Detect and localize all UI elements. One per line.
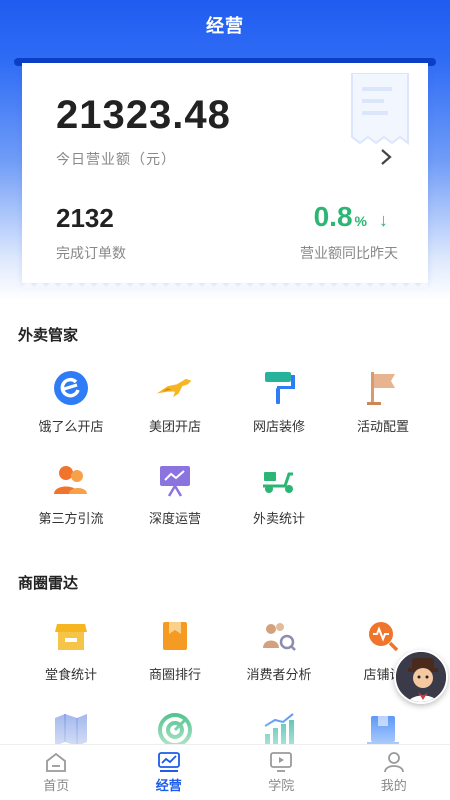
grid-item-meituan[interactable]: 美团开店: [125, 368, 225, 435]
scooter-icon: [259, 460, 299, 500]
scroll-fade: [0, 700, 450, 744]
grid-item-label: 商圈排行: [148, 667, 201, 682]
arrow-down-icon: ↓: [379, 210, 388, 230]
tab-label: 经营: [155, 778, 182, 793]
page-title: 经营: [206, 16, 244, 36]
grid-item-label: 第三方引流: [38, 511, 104, 526]
grid-item-third-party[interactable]: 第三方引流: [21, 460, 121, 527]
revenue-card[interactable]: 21323.48 今日营业额（元） 2132 完成订单数 0.8 % ↓ 营业额…: [22, 63, 428, 283]
grid-item-takeout-stats[interactable]: 外卖统计: [229, 460, 329, 527]
grid-item-label: 网店装修: [252, 419, 305, 434]
kangaroo-icon: [155, 368, 195, 408]
growth-label: 营业额同比昨天: [300, 245, 398, 261]
grid-item-label: 外卖统计: [252, 511, 305, 526]
grid-item-label: 深度运营: [148, 511, 201, 526]
chart-monitor-icon: [157, 752, 180, 772]
growth-value: 0.8: [313, 201, 353, 232]
tab-academy[interactable]: 学院: [225, 745, 338, 800]
grid-item-label: 美团开店: [148, 419, 201, 434]
tab-business[interactable]: 经营: [113, 745, 226, 800]
presentation-icon: [155, 460, 195, 500]
grid-item-activity[interactable]: 活动配置: [333, 368, 433, 435]
grid-item-label: 堂食统计: [44, 667, 97, 682]
grid-item-label: 饿了么开店: [38, 419, 104, 434]
tab-mine[interactable]: 我的: [338, 745, 450, 800]
bottom-tab-bar: 首页 经营 学院 我的: [0, 744, 450, 800]
growth-indicator: 0.8 % ↓: [314, 201, 388, 233]
paint-roller-icon: [259, 368, 299, 408]
receipt-icon: [351, 73, 409, 145]
grid-item-dine-in[interactable]: 堂食统计: [21, 616, 121, 683]
users-icon: [51, 460, 91, 500]
grid-item-store-decor[interactable]: 网店装修: [229, 368, 329, 435]
flag-icon: [363, 368, 403, 408]
grid-item-label: 活动配置: [356, 419, 409, 434]
grid-item-consumer[interactable]: 消费者分析: [229, 616, 329, 683]
grid-item-label: 消费者分析: [246, 667, 312, 682]
revenue-label: 今日营业额（元）: [56, 151, 176, 167]
video-icon: [270, 752, 293, 772]
tab-home[interactable]: 首页: [0, 745, 113, 800]
eleme-icon: [51, 368, 91, 408]
tab-label: 我的: [380, 778, 407, 793]
store-icon: [51, 616, 91, 656]
orders-count: 2132: [56, 203, 114, 233]
user-icon: [383, 752, 404, 773]
diagnosis-icon: [363, 616, 403, 656]
section-title-takeout: 外卖管家: [18, 327, 79, 344]
ranking-icon: [155, 616, 195, 656]
growth-unit: %: [354, 213, 367, 229]
assistant-avatar[interactable]: [394, 650, 448, 704]
tab-label: 首页: [43, 778, 70, 793]
section-title-radar: 商圈雷达: [18, 575, 79, 592]
grid-item-deep-ops[interactable]: 深度运营: [125, 460, 225, 527]
home-icon: [46, 752, 67, 772]
card-torn-edge: [22, 278, 428, 288]
revenue-amount: 21323.48: [56, 93, 231, 137]
grid-item-ranking[interactable]: 商圈排行: [125, 616, 225, 683]
orders-label: 完成订单数: [56, 245, 126, 261]
chevron-right-icon[interactable]: [378, 147, 394, 167]
consumer-analysis-icon: [259, 616, 299, 656]
grid-item-eleme[interactable]: 饿了么开店: [21, 368, 121, 435]
tab-label: 学院: [268, 778, 295, 793]
